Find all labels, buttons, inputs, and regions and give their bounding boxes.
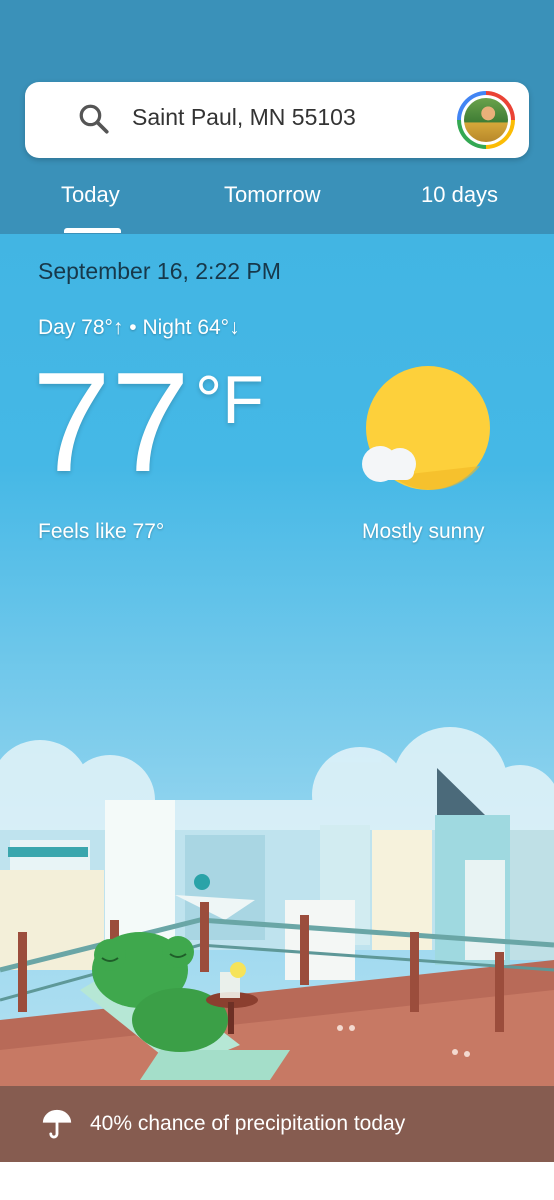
- tab-selected-indicator: [64, 228, 121, 233]
- umbrella-icon: [42, 1109, 72, 1139]
- search-bar[interactable]: Saint Paul, MN 55103: [25, 82, 529, 158]
- tab-10-days[interactable]: 10 days: [421, 182, 498, 208]
- temperature-unit: °F: [195, 362, 264, 438]
- header: Saint Paul, MN 55103 Today Tomorrow 10 d…: [0, 0, 554, 234]
- feels-like: Feels like 77°: [38, 520, 165, 543]
- tab-today[interactable]: Today: [61, 182, 120, 208]
- partly-sunny-icon: [362, 366, 490, 490]
- day-night-temps: Day 78°↑ • Night 64°↓: [38, 316, 240, 339]
- precipitation-text: 40% chance of precipitation today: [90, 1112, 406, 1135]
- weather-app: Saint Paul, MN 55103 Today Tomorrow 10 d…: [0, 0, 554, 1162]
- tab-tomorrow[interactable]: Tomorrow: [224, 182, 321, 208]
- condition-text: Mostly sunny: [362, 520, 485, 543]
- precipitation-bar[interactable]: 40% chance of precipitation today: [0, 1086, 554, 1162]
- search-location-text[interactable]: Saint Paul, MN 55103: [132, 104, 356, 131]
- date-time: September 16, 2:22 PM: [38, 258, 281, 284]
- search-icon: [79, 104, 109, 134]
- day-tabs: Today Tomorrow 10 days: [0, 170, 554, 234]
- current-temperature: 77: [32, 343, 190, 502]
- avatar[interactable]: [457, 91, 515, 149]
- avatar-photo: [464, 98, 508, 142]
